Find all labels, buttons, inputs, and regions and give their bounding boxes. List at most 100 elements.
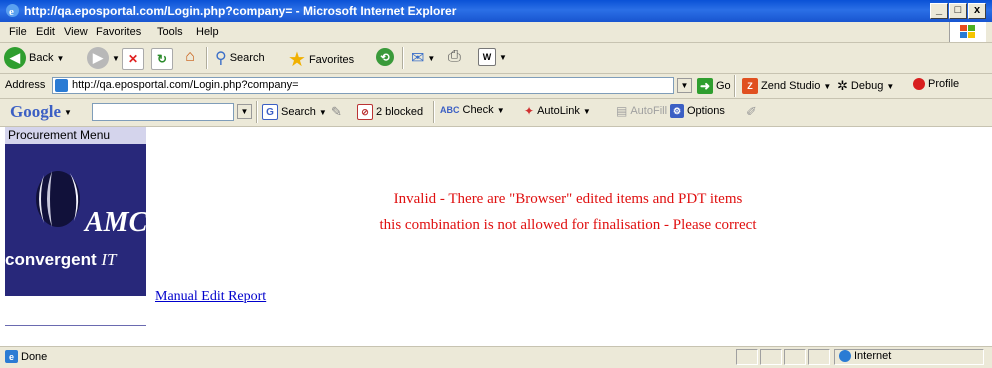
history-button[interactable]: ⟲ <box>376 48 394 66</box>
word-icon: W <box>478 48 496 66</box>
zone-label: Internet <box>854 350 892 362</box>
sidebar-link-contracts[interactable]: Contracts <box>22 301 73 315</box>
status-panel <box>736 349 758 365</box>
menu-favorites[interactable]: Favorites <box>96 26 141 38</box>
forward-button[interactable]: ▶ ▼ <box>87 47 120 69</box>
chevron-down-icon: ▼ <box>496 105 505 115</box>
search-label: Search <box>229 52 265 64</box>
print-button[interactable]: ⎙ <box>448 48 461 66</box>
options-label: Options <box>687 105 725 117</box>
pagerank-icon: ✎ <box>331 104 342 119</box>
favorites-label: Favorites <box>308 53 355 66</box>
google-menu-button[interactable]: Google ▼ <box>10 102 72 122</box>
amc-logo-globe-icon <box>36 171 80 227</box>
profile-button[interactable]: Profile <box>913 78 959 90</box>
page-content: Procurement Menu AMC convergent IT Contr… <box>0 127 992 346</box>
manual-edit-report-link[interactable]: Manual Edit Report <box>155 289 266 305</box>
google-search-button[interactable]: G Search ▼ <box>262 104 327 120</box>
mail-button[interactable]: ✉ ▼ <box>411 48 435 68</box>
highlighter-icon: ✐ <box>746 104 757 119</box>
zend-studio-button[interactable]: Z Zend Studio ▼ <box>742 78 831 94</box>
close-button[interactable]: x <box>968 3 986 19</box>
edit-button[interactable]: W ▼ <box>478 48 507 66</box>
google-search-dropdown[interactable]: ▼ <box>237 104 252 119</box>
error-message-line-1: Invalid - There are "Browser" edited ite… <box>393 191 743 207</box>
forward-arrow-icon: ▶ <box>87 47 109 69</box>
search-button[interactable]: ⚲ Search <box>215 48 265 68</box>
go-button[interactable]: ➜ Go <box>697 78 731 94</box>
autolink-label: AutoLink <box>537 105 580 117</box>
stop-icon: ✕ <box>122 48 144 70</box>
go-arrow-icon: ➜ <box>697 78 713 94</box>
google-logo: Google <box>10 102 61 121</box>
standard-toolbar: ◀ Back ▼ ▶ ▼ ✕ ↻ ⌂ ⚲ Search ★ Favorites … <box>0 43 992 74</box>
history-icon: ⟲ <box>376 48 394 66</box>
chevron-down-icon: ▼ <box>823 81 832 91</box>
amc-logo-text: AMC <box>85 207 148 238</box>
menu-edit[interactable]: Edit <box>36 26 55 38</box>
menu-help[interactable]: Help <box>196 26 219 38</box>
popup-blocked-icon: ⊘ <box>357 104 373 120</box>
status-panel <box>760 349 782 365</box>
autolink-icon: ✦ <box>524 104 535 118</box>
options-button[interactable]: ⚙ Options <box>670 104 725 118</box>
back-label: Back <box>29 52 54 64</box>
autolink-button[interactable]: ✦ AutoLink ▼ <box>524 104 591 118</box>
google-search-input[interactable] <box>92 103 234 121</box>
back-button[interactable]: ◀ Back ▼ <box>4 47 64 69</box>
check-label: Check <box>462 104 494 116</box>
print-icon: ⎙ <box>448 48 461 65</box>
home-button[interactable]: ⌂ <box>180 47 200 67</box>
zone-content: Internet <box>839 350 891 362</box>
chevron-down-icon: ▼ <box>582 106 591 116</box>
profile-icon <box>913 78 925 90</box>
back-arrow-icon: ◀ <box>4 47 26 69</box>
status-label: Done <box>21 350 48 363</box>
home-icon: ⌂ <box>185 48 195 65</box>
title-bar: e http://qa.eposportal.com/Login.php?com… <box>0 0 992 22</box>
address-bar: Address http://qa.eposportal.com/Login.p… <box>0 74 992 99</box>
convergent-logo-text: convergent IT <box>5 250 117 269</box>
error-message-line-2: this combination is not allowed for fina… <box>379 217 757 233</box>
favorites-button[interactable]: ★ Favorites <box>288 47 354 72</box>
page-icon <box>55 79 68 92</box>
zend-icon: Z <box>742 78 758 94</box>
go-label: Go <box>716 80 731 92</box>
mail-icon: ✉ <box>411 50 425 67</box>
highlight-button[interactable]: ✐ <box>746 104 757 120</box>
status-panel <box>784 349 806 365</box>
address-label: Address <box>5 79 46 91</box>
options-icon: ⚙ <box>670 104 684 118</box>
autofill-label: AutoFill <box>630 105 668 117</box>
menu-bar: File Edit View Favorites Tools Help <box>0 22 992 43</box>
bug-icon: ✲ <box>837 78 848 93</box>
pagerank-button[interactable]: ✎ <box>331 104 342 120</box>
profile-label: Profile <box>928 78 960 90</box>
autofill-button[interactable]: ▤ AutoFill <box>616 104 667 118</box>
address-dropdown-button[interactable]: ▼ <box>677 78 692 93</box>
chevron-down-icon: ▼ <box>112 53 120 63</box>
menu-view[interactable]: View <box>64 26 88 38</box>
window-title: http://qa.eposportal.com/Login.php?compa… <box>24 4 457 18</box>
refresh-button[interactable]: ↻ <box>151 48 173 70</box>
security-zone[interactable]: Internet <box>834 349 984 365</box>
google-toolbar: Google ▼ ▼ G Search ▼ ✎ ⊘ 2 blocked ABC … <box>0 99 992 127</box>
ie-logo-icon: e <box>6 4 19 18</box>
menu-tools[interactable]: Tools <box>157 26 183 38</box>
minimize-button[interactable]: _ <box>930 3 948 19</box>
google-search-label: Search <box>281 106 316 118</box>
address-input[interactable]: http://qa.eposportal.com/Login.php?compa… <box>52 77 674 94</box>
chevron-down-icon: ▼ <box>499 52 507 62</box>
star-icon: ★ <box>288 49 306 71</box>
autofill-icon: ▤ <box>616 104 628 118</box>
menu-file[interactable]: File <box>9 26 27 38</box>
maximize-button[interactable]: □ <box>949 3 967 19</box>
spellcheck-button[interactable]: ABC Check ▼ <box>440 104 505 116</box>
debug-button[interactable]: ✲ Debug ▼ <box>837 78 894 94</box>
chevron-down-icon: ▼ <box>56 53 65 63</box>
popup-blocker-button[interactable]: ⊘ 2 blocked <box>357 104 423 120</box>
svg-text:e: e <box>9 6 14 18</box>
chevron-down-icon: ▼ <box>427 53 436 63</box>
stop-button[interactable]: ✕ <box>122 48 144 70</box>
status-bar: e Done Internet <box>0 346 992 368</box>
